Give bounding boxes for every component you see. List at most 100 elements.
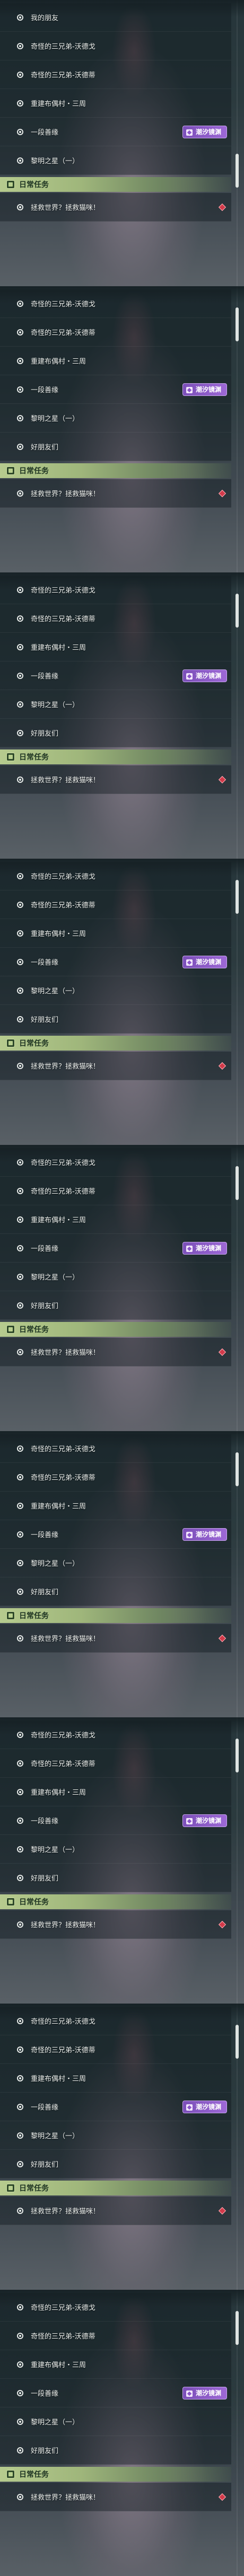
quest-item[interactable]: 黎明之星（一）	[0, 1549, 231, 1577]
scrollbar-thumb[interactable]	[236, 2025, 239, 2059]
quest-item[interactable]: 奇怪的三兄弟-沃德戈	[0, 1148, 231, 1177]
daily-task-icon	[6, 1898, 15, 1906]
event-badge[interactable]: 潮汐镜渊	[182, 1528, 227, 1541]
quest-item[interactable]: 一段善缘 潮汐镜渊	[0, 118, 231, 146]
quest-item[interactable]: 奇怪的三兄弟-沃德蒂	[0, 604, 231, 633]
quest-item[interactable]: 重建布偶村・三周	[0, 1492, 231, 1520]
quest-item[interactable]: 重建布偶村・三周	[0, 2064, 231, 2093]
quest-item[interactable]: 好朋友们	[0, 1291, 231, 1320]
quest-label: 黎明之星（一）	[31, 1274, 80, 1282]
quest-item[interactable]: 黎明之星（一）	[0, 690, 231, 719]
ring-bullet-icon	[17, 701, 23, 708]
quest-item[interactable]: 好朋友们	[0, 1005, 231, 1034]
event-badge[interactable]: 潮汐镜渊	[182, 2386, 227, 2399]
scrollbar-thumb[interactable]	[236, 307, 239, 341]
scrollbar-thumb[interactable]	[236, 1739, 239, 1772]
quest-item[interactable]: 一段善缘 潮汐镜渊	[0, 948, 231, 976]
quest-item[interactable]: 重建布偶村・三周	[0, 2350, 231, 2379]
quest-item[interactable]: 黎明之星（一）	[0, 976, 231, 1005]
quest-label: 好朋友们	[31, 1589, 59, 1596]
quest-item[interactable]: 好朋友们	[0, 2150, 231, 2178]
event-badge[interactable]: 潮汐镜渊	[182, 669, 227, 682]
quest-item[interactable]: 重建布偶村・三周	[0, 633, 231, 661]
daily-quest-item[interactable]: 拯救世界？拯救猫咪！	[0, 2483, 231, 2511]
event-badge[interactable]: 潮汐镜渊	[182, 955, 227, 968]
quest-item[interactable]: 奇怪的三兄弟-沃德戈	[0, 1721, 231, 1749]
quest-panel: 奇怪的三兄弟-沃德戈 奇怪的三兄弟-沃德蒂 重建布偶村・三周 一段善缘 潮汐镜渊黎明之星…	[0, 1145, 244, 1431]
quest-item[interactable]: 黎明之星（一）	[0, 404, 231, 433]
quest-item[interactable]: 一段善缘 潮汐镜渊	[0, 2093, 231, 2121]
quest-item[interactable]: 奇怪的三兄弟-沃德蒂	[0, 2322, 231, 2350]
daily-task-header: 日常任务	[0, 1894, 231, 1909]
quest-item[interactable]: 奇怪的三兄弟-沃德蒂	[0, 1177, 231, 1205]
event-badge[interactable]: 潮汐镜渊	[182, 125, 227, 138]
quest-item[interactable]: 奇怪的三兄弟-沃德蒂	[0, 60, 231, 89]
quest-item[interactable]: 奇怪的三兄弟-沃德蒂	[0, 890, 231, 919]
quest-item[interactable]: 好朋友们	[0, 1864, 231, 1892]
event-badge[interactable]: 潮汐镜渊	[182, 2100, 227, 2113]
daily-quest-item[interactable]: 拯救世界？拯救猫咪！	[0, 479, 231, 508]
daily-quest-item[interactable]: 拯救世界？拯救猫咪！	[0, 1338, 231, 1366]
ring-bullet-icon	[17, 386, 23, 393]
daily-quest-item[interactable]: 拯救世界？拯救猫咪！	[0, 1624, 231, 1653]
scrollbar-thumb[interactable]	[236, 2311, 239, 2345]
quest-item[interactable]: 重建布偶村・三周	[0, 89, 231, 118]
quest-item[interactable]: 重建布偶村・三周	[0, 1205, 231, 1234]
quest-item[interactable]: 奇怪的三兄弟-沃德戈	[0, 2293, 231, 2322]
ring-bullet-icon	[17, 2075, 23, 2081]
quest-item[interactable]: 一段善缘 潮汐镜渊	[0, 1520, 231, 1549]
quest-item[interactable]: 奇怪的三兄弟-沃德戈	[0, 289, 231, 318]
quest-panel: 奇怪的三兄弟-沃德戈奇怪的三兄弟-沃德蒂重建布偶村・三周 一段善缘 潮汐镜渊 黎明之星…	[0, 2290, 244, 2576]
ring-bullet-icon	[17, 615, 23, 622]
scrollbar-thumb[interactable]	[236, 594, 239, 628]
scrollbar-thumb[interactable]	[236, 1452, 239, 1486]
event-badge[interactable]: 潮汐镜渊	[182, 383, 227, 396]
ring-bullet-icon	[17, 204, 23, 210]
quest-item[interactable]: 黎明之星（一）	[0, 2121, 231, 2150]
quest-item[interactable]: 重建布偶村・三周	[0, 1778, 231, 1806]
quest-item[interactable]: 我的朋友	[0, 3, 231, 32]
daily-quest-item[interactable]: 拯救世界？拯救猫咪！	[0, 765, 231, 794]
scrollbar-thumb[interactable]	[236, 1166, 239, 1200]
daily-quest-item[interactable]: 拯救世界？拯救猫咪！	[0, 2196, 231, 2225]
quest-item[interactable]: 一段善缘 潮汐镜渊	[0, 661, 231, 690]
quest-item[interactable]: 黎明之星（一）	[0, 146, 231, 175]
quest-item[interactable]: 奇怪的三兄弟-沃德戈	[0, 862, 231, 890]
quest-item[interactable]: 奇怪的三兄弟-沃德戈	[0, 32, 231, 60]
event-badge[interactable]: 潮汐镜渊	[182, 1814, 227, 1827]
quest-item[interactable]: 黎明之星（一）	[0, 1835, 231, 1864]
quest-item[interactable]: 奇怪的三兄弟-沃德戈	[0, 2007, 231, 2035]
daily-quest-item[interactable]: 拯救世界？拯救猫咪！	[0, 193, 231, 222]
quest-item[interactable]: 黎明之星（一）	[0, 1263, 231, 1291]
quest-item[interactable]: 奇怪的三兄弟-沃德戈	[0, 1434, 231, 1463]
scrollbar-thumb[interactable]	[236, 880, 239, 914]
quest-item[interactable]: 一段善缘 潮汐镜渊	[0, 1234, 231, 1263]
quest-item[interactable]: 奇怪的三兄弟-沃德蒂	[0, 1463, 231, 1492]
quest-item[interactable]: 一段善缘 潮汐镜渊	[0, 1806, 231, 1835]
ring-bullet-icon	[17, 1187, 23, 1194]
quest-item[interactable]: 好朋友们	[0, 719, 231, 747]
quest-label: 奇怪的三兄弟-沃德蒂	[31, 2333, 95, 2341]
section-title: 日常任务	[19, 1898, 49, 1907]
event-badge[interactable]: 潮汐镜渊	[182, 1241, 227, 1255]
quest-panel: 我的朋友 奇怪的三兄弟-沃德戈 奇怪的三兄弟-沃德蒂 重建布偶村・三周 一段善缘 潮汐镜渊…	[0, 0, 244, 286]
quest-item[interactable]: 好朋友们	[0, 1577, 231, 1606]
quest-list-screen: 我的朋友 奇怪的三兄弟-沃德戈 奇怪的三兄弟-沃德蒂 重建布偶村・三周 一段善缘 潮汐镜渊…	[0, 0, 244, 2576]
daily-quest-item[interactable]: 拯救世界？拯救猫咪！	[0, 1052, 231, 1080]
quest-item[interactable]: 一段善缘 潮汐镜渊	[0, 375, 231, 404]
quest-item[interactable]: 一段善缘 潮汐镜渊	[0, 2379, 231, 2407]
event-badge-label: 潮汐镜渊	[196, 1817, 222, 1824]
ring-bullet-icon	[17, 958, 23, 965]
quest-item[interactable]: 奇怪的三兄弟-沃德蒂	[0, 1749, 231, 1778]
daily-quest-item[interactable]: 拯救世界？拯救猫咪！	[0, 1910, 231, 1939]
scrollbar-thumb[interactable]	[236, 154, 239, 188]
quest-item[interactable]: 黎明之星（一）	[0, 2407, 231, 2436]
quest-label: 一段善缘	[31, 2104, 59, 2112]
quest-item[interactable]: 奇怪的三兄弟-沃德蒂	[0, 318, 231, 347]
quest-item[interactable]: 奇怪的三兄弟-沃德戈	[0, 576, 231, 604]
quest-item[interactable]: 奇怪的三兄弟-沃德蒂	[0, 2035, 231, 2064]
quest-item[interactable]: 重建布偶村・三周	[0, 347, 231, 375]
quest-item[interactable]: 好朋友们	[0, 433, 231, 461]
quest-item[interactable]: 重建布偶村・三周	[0, 919, 231, 948]
quest-item[interactable]: 好朋友们	[0, 2436, 231, 2465]
